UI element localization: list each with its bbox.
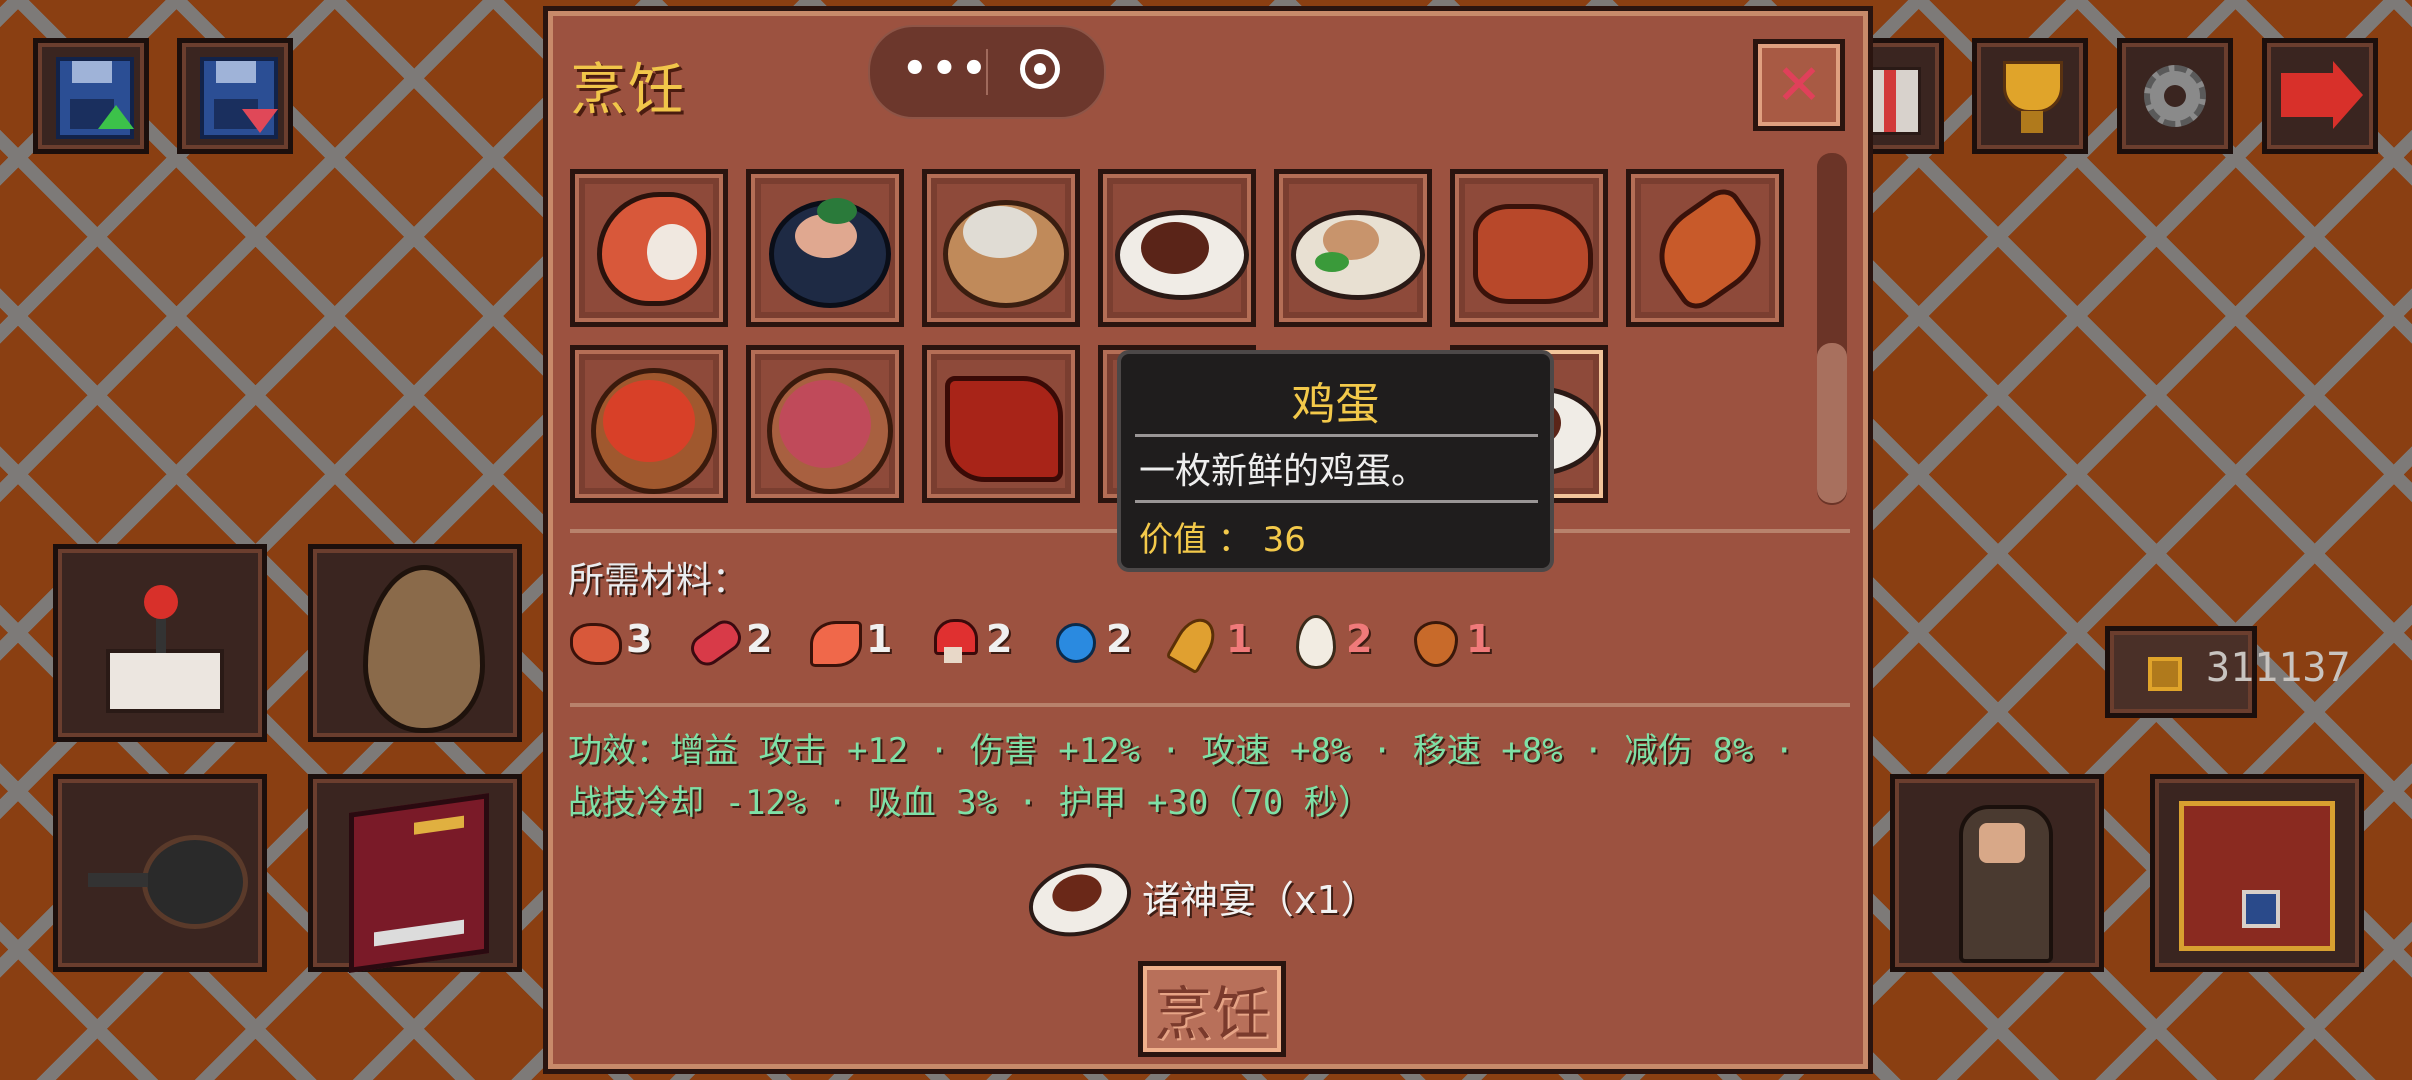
feast-plate-icon (1020, 852, 1140, 948)
gear-icon (2144, 65, 2206, 127)
tooltip-description: 一枚新鲜的鸡蛋。 (1139, 451, 1428, 492)
meat-icon (566, 613, 622, 665)
recipe-slot-shrimp[interactable] (570, 169, 728, 327)
recipe-slot-bowl[interactable] (746, 169, 904, 327)
required-materials-label: 所需材料： (568, 560, 749, 601)
recipe-slot-berry-pie[interactable] (746, 345, 904, 503)
minigame-button[interactable] (53, 544, 267, 742)
divider-bottom (570, 703, 1850, 707)
trophy-button[interactable] (1972, 38, 2088, 154)
recipe-slot-jerky[interactable] (922, 345, 1080, 503)
recipe-scrollbar[interactable] (1817, 153, 1847, 505)
close-icon: ✕ (1775, 52, 1823, 118)
save-download-button[interactable] (177, 38, 293, 154)
result-item: 诸神宴（x1） (1020, 852, 1379, 948)
recipe-slot-steak[interactable] (1098, 169, 1256, 327)
egg-item-button[interactable] (308, 544, 522, 742)
exit-arrow-icon (2281, 73, 2337, 117)
egg-item-icon (363, 565, 485, 733)
ingredient-sausage: 2 (685, 609, 772, 672)
item-tooltip: 鸡蛋 一枚新鲜的鸡蛋。 价值 ： 36 (1117, 350, 1554, 572)
ingredient-blue-berry: 2 (1046, 609, 1132, 669)
mini-program-capsule: ••• (868, 25, 1106, 119)
panel-title: 烹饪 (570, 58, 686, 123)
trophy-icon (2003, 61, 2063, 113)
tooltip-divider-1 (1135, 434, 1538, 437)
ingredient-wheat: 1 (1165, 609, 1252, 675)
capsule-separator (986, 49, 988, 95)
ingredient-salmon: 1 (806, 609, 892, 669)
jerky-icon (945, 376, 1063, 482)
sausage-icon (685, 613, 747, 672)
wheat-icon (1165, 611, 1223, 675)
onion-icon (1406, 613, 1458, 667)
result-name: 诸神宴（x1） (1142, 877, 1379, 922)
scroll-thumb[interactable] (1817, 343, 1847, 503)
recipe-slot-soup[interactable] (922, 169, 1080, 327)
red-mushroom-icon (926, 613, 978, 665)
cook-button[interactable]: 烹饪 (1138, 961, 1286, 1057)
recipe-slot-fish[interactable] (1626, 169, 1784, 327)
ingredient-egg: 2 (1286, 609, 1372, 669)
close-button[interactable]: ✕ (1753, 39, 1845, 131)
roast-meat-icon (1473, 204, 1593, 304)
ingredient-red-mushroom: 2 (926, 609, 1012, 669)
recipe-slot-salad[interactable] (1274, 169, 1432, 327)
settings-button[interactable] (2117, 38, 2233, 154)
frying-pan-icon (142, 835, 248, 929)
ingredient-meat: 3 (566, 609, 652, 669)
grilled-fish-icon (1640, 181, 1780, 317)
joystick-icon (106, 649, 224, 713)
save-upload-button[interactable] (33, 38, 149, 154)
tooltip-divider-2 (1135, 500, 1538, 503)
salmon-icon (806, 613, 862, 667)
recipe-slot-tomato-soup[interactable] (570, 345, 728, 503)
blue-berry-icon (1046, 613, 1098, 665)
effects-line-1: 功效：增益 攻击 +12 · 伤害 +12% · 攻速 +8% · 移速 +8%… (568, 731, 1795, 771)
target-circle-icon[interactable] (1020, 49, 1060, 89)
tooltip-value: 价值 ： 36 (1139, 520, 1306, 560)
effects-text: 功效：增益 攻击 +12 · 伤害 +12% · 攻速 +8% · 移速 +8%… (568, 725, 1858, 829)
egg-icon (1286, 613, 1338, 669)
chest-button[interactable] (2150, 774, 2364, 972)
cook-button-label: 烹饪 (1153, 980, 1270, 1048)
exit-button[interactable] (2262, 38, 2378, 154)
coin-counter-frame (2105, 626, 2257, 718)
recipe-book-button[interactable] (308, 774, 522, 973)
more-dots-icon[interactable]: ••• (902, 47, 987, 91)
cooking-button[interactable] (53, 774, 267, 972)
recipe-slot-roast[interactable] (1450, 169, 1608, 327)
merchant-button[interactable] (1890, 774, 2104, 972)
effects-line-2: 战技冷却 -12% · 吸血 3% · 护甲 +30（70 秒） (568, 783, 1372, 823)
ingredient-onion: 1 (1406, 609, 1492, 669)
recipe-book-icon (349, 793, 489, 973)
tooltip-title: 鸡蛋 (1291, 379, 1380, 430)
treasure-chest-icon (2179, 801, 2335, 951)
